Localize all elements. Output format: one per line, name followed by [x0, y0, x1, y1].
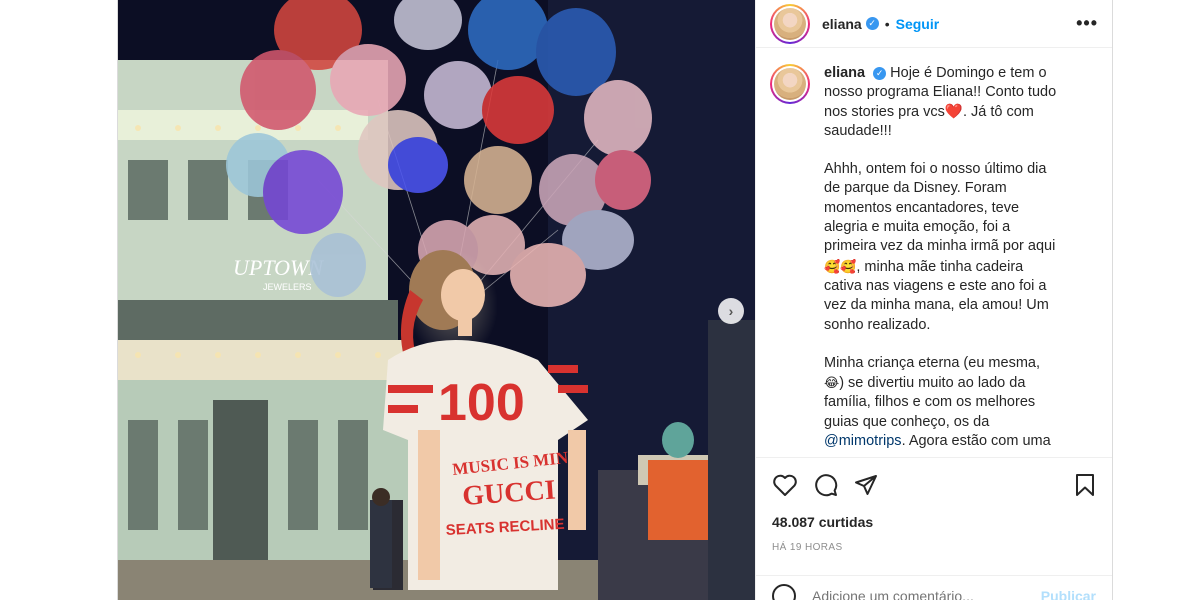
caption-avatar[interactable] — [770, 64, 810, 104]
caption-text: eliana ✓ Hoje é Domingo e tem o nosso pr… — [824, 64, 1064, 448]
smiling-hearts-emoji: 🥰🥰 — [824, 258, 857, 274]
mention-link[interactable]: @mimotrips — [824, 433, 902, 448]
likes-count[interactable]: 48.087 curtidas — [772, 514, 1096, 530]
share-icon[interactable] — [854, 473, 878, 497]
avatar-image — [774, 7, 806, 40]
post-photo[interactable]: UPTOWN JEWELERS 100 MUSIC IS MINE GUCCI … — [118, 0, 755, 600]
like-heart-icon[interactable] — [772, 473, 798, 497]
caption-username[interactable]: eliana — [824, 65, 865, 81]
instagram-post: UPTOWN JEWELERS 100 MUSIC IS MINE GUCCI … — [117, 0, 1113, 600]
emoji-picker-icon[interactable] — [772, 583, 796, 600]
comment-icon[interactable] — [814, 473, 838, 497]
post-timestamp[interactable]: HÁ 19 HORAS — [772, 542, 1096, 553]
save-bookmark-icon[interactable] — [1074, 473, 1096, 497]
header-separator: • — [884, 15, 890, 32]
actions-bar: 48.087 curtidas HÁ 19 HORAS — [756, 457, 1112, 553]
next-photo-button[interactable]: › — [718, 298, 744, 324]
heart-emoji: ❤️ — [944, 103, 963, 120]
caption-area: eliana ✓ Hoje é Domingo e tem o nosso pr… — [756, 48, 1112, 448]
post-header: eliana ✓ • Seguir ••• — [756, 0, 1112, 48]
shirt-number: 100 — [438, 374, 525, 432]
verified-badge-icon: ✓ — [865, 17, 879, 30]
caption-verified-icon: ✓ — [873, 66, 887, 80]
more-options-icon[interactable]: ••• — [1076, 13, 1098, 34]
caption-p3-end: ) se divertiu muito ao lado da família, … — [824, 375, 1036, 430]
shirt-line2: GUCCI — [461, 475, 556, 512]
comment-input[interactable] — [812, 587, 1041, 600]
caption-avatar-image — [774, 68, 806, 100]
post-sidebar: eliana ✓ • Seguir ••• eliana ✓ Hoje é Do… — [755, 0, 1112, 600]
laughing-emoji: 😂 — [824, 375, 840, 391]
photo-illustration: UPTOWN JEWELERS 100 MUSIC IS MINE GUCCI … — [118, 0, 755, 600]
avatar[interactable] — [770, 3, 810, 44]
caption-p2-end: , minha mãe tinha cadeira cativa nas via… — [824, 258, 1049, 333]
post-username[interactable]: eliana — [822, 16, 862, 32]
caption-p3-tail: . Agora estão com uma — [901, 433, 1051, 448]
follow-button[interactable]: Seguir — [896, 16, 940, 32]
publish-button[interactable]: Publicar — [1041, 588, 1096, 600]
comment-bar: Publicar — [756, 575, 1112, 600]
caption-p3: Minha criança eterna (eu mesma, — [824, 354, 1040, 371]
store-sign-sub: JEWELERS — [263, 282, 312, 292]
caption-p2: Ahhh, ontem foi o nosso último dia de pa… — [824, 161, 1056, 255]
action-icons — [772, 458, 1096, 512]
